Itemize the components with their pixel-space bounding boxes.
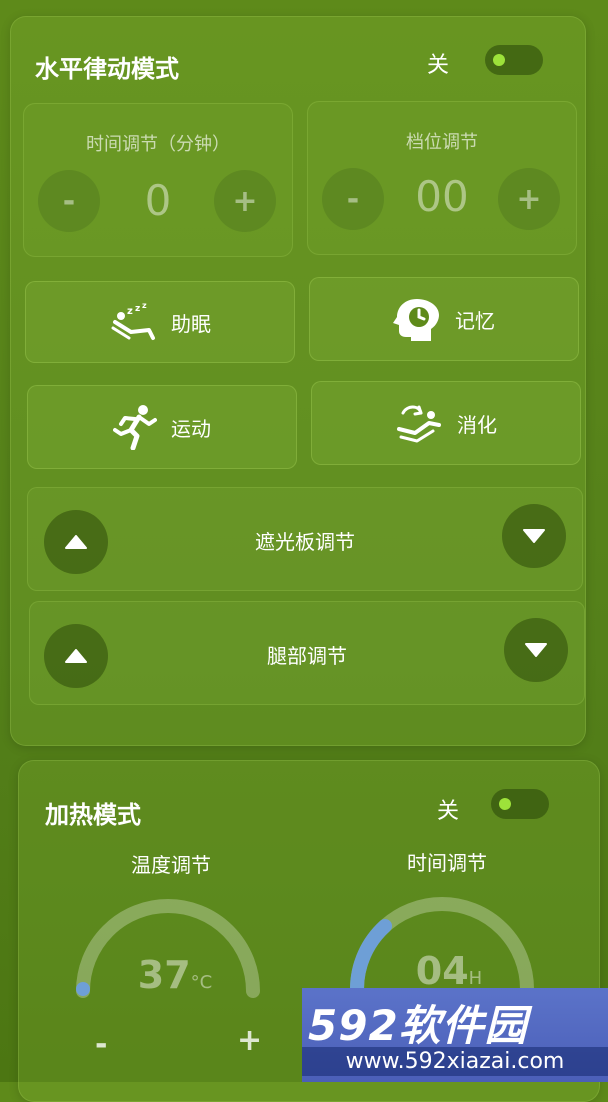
- toggle-state-label: 关: [427, 53, 450, 78]
- mode-digest-button[interactable]: 消化: [311, 381, 581, 465]
- time-value: 0: [144, 176, 172, 225]
- time-adjust-label: 时间调节: [407, 851, 487, 875]
- time-plus-button[interactable]: +: [214, 170, 276, 232]
- gear-plus-button[interactable]: +: [498, 168, 560, 230]
- leg-down-button[interactable]: [504, 618, 568, 682]
- time-value: 04H: [415, 949, 483, 993]
- toggle-knob: [499, 798, 511, 810]
- sunshade-down-button[interactable]: [502, 504, 566, 568]
- gear-value: 00: [415, 172, 469, 221]
- running-person-icon: [113, 404, 157, 450]
- memory-head-clock-icon: [393, 297, 441, 341]
- triangle-down-icon: [525, 643, 547, 657]
- mode-digest-label: 消化: [457, 412, 497, 437]
- sunshade-adjust-label: 遮光板调节: [255, 530, 355, 554]
- time-adjust-label: 时间调节（分钟）: [86, 134, 230, 155]
- mode-exercise-label: 运动: [171, 416, 211, 441]
- time-adjust-panel: 时间调节（分钟） - 0 +: [23, 103, 293, 257]
- watermark-url: www.592xiazai.com: [302, 1047, 608, 1076]
- mode-memory-label: 记忆: [455, 308, 495, 333]
- card-title: 加热模式: [45, 801, 141, 829]
- toggle-state-label: 关: [437, 799, 460, 824]
- mode-exercise-button[interactable]: 运动: [27, 385, 297, 469]
- watermark-brand: 592软件园: [308, 1001, 528, 1050]
- temperature-adjust-label: 温度调节: [131, 853, 211, 877]
- temperature-plus-button[interactable]: +: [237, 1023, 262, 1058]
- sunshade-adjust-row: 遮光板调节: [27, 487, 583, 591]
- mode-sleep-label: 助眠: [171, 311, 211, 336]
- mode-sleep-button[interactable]: z z z 助眠: [25, 281, 295, 363]
- leg-adjust-row: 腿部调节: [29, 601, 585, 705]
- card-title: 水平律动模式: [35, 55, 179, 83]
- temperature-minus-button[interactable]: -: [95, 1027, 107, 1062]
- site-watermark: 592软件园 www.592xiazai.com: [302, 988, 608, 1082]
- time-minus-button[interactable]: -: [38, 170, 100, 232]
- gear-adjust-label: 档位调节: [406, 132, 478, 153]
- leg-adjust-label: 腿部调节: [267, 644, 347, 668]
- toggle-knob: [493, 54, 505, 66]
- heating-mode-toggle[interactable]: [491, 789, 549, 819]
- gear-adjust-panel: 档位调节 - 00 +: [307, 101, 577, 255]
- rhythm-mode-card: 水平律动模式 关 时间调节（分钟） - 0 + 档位调节 - 00 + z z …: [10, 16, 586, 746]
- temperature-value: 37°C: [137, 953, 213, 997]
- svg-text:z: z: [135, 304, 140, 314]
- digest-recline-icon: [395, 403, 443, 443]
- mode-memory-button[interactable]: 记忆: [309, 277, 579, 361]
- rhythm-mode-toggle[interactable]: [485, 45, 543, 75]
- gear-minus-button[interactable]: -: [322, 168, 384, 230]
- svg-text:z: z: [142, 302, 147, 310]
- svg-text:z: z: [127, 306, 133, 317]
- triangle-down-icon: [523, 529, 545, 543]
- sleep-recline-icon: z z z: [109, 302, 157, 342]
